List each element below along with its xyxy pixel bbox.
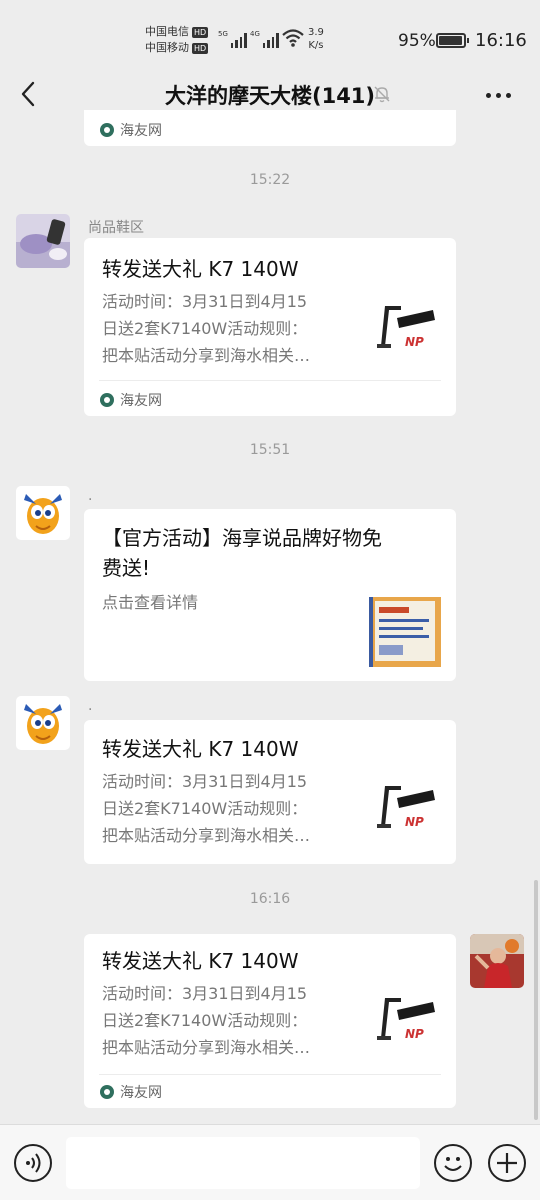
carrier-2: 中国移动	[145, 41, 189, 54]
hd-badge: HD	[192, 26, 209, 38]
signal-4g-icon: 4G	[250, 30, 279, 48]
card-source: 海友网	[100, 390, 162, 410]
timestamp: 15:51	[249, 442, 291, 458]
card-source: 海友网	[100, 120, 162, 140]
link-card[interactable]: 转发送大礼 K7 140W 活动时间：3月31日到4月15 日送2套K7140W…	[84, 934, 456, 1108]
wifi-icon	[282, 29, 304, 47]
site-logo-icon	[100, 123, 114, 137]
emoji-button[interactable]	[434, 1144, 472, 1182]
card-description: 活动时间：3月31日到4月15 日送2套K7140W活动规则： 把本贴活动分享到…	[102, 984, 311, 1057]
plus-button[interactable]	[488, 1144, 526, 1182]
sender-name: .	[88, 488, 93, 504]
lamp-thumbnail: NP	[371, 988, 443, 1060]
site-logo-icon	[100, 1085, 114, 1099]
card-title: 【官方活动】海享说品牌好物免 费送!	[102, 526, 382, 580]
input-bar	[0, 1124, 540, 1200]
avatar[interactable]	[470, 934, 524, 988]
svg-text:NP: NP	[405, 335, 424, 349]
scrollbar[interactable]	[534, 880, 538, 1120]
svg-text:NP: NP	[405, 815, 424, 829]
svg-text:NP: NP	[405, 1027, 424, 1041]
card-title: 转发送大礼 K7 140W	[102, 949, 299, 973]
signal-5g-icon: 5G	[218, 30, 247, 48]
more-button[interactable]	[486, 88, 516, 102]
battery-percent: 95%	[398, 31, 436, 51]
battery-icon	[436, 33, 469, 48]
avatar[interactable]	[16, 486, 70, 540]
promo-thumbnail	[369, 597, 441, 667]
timestamp: 15:22	[249, 172, 291, 188]
timestamp: 16:16	[249, 891, 291, 907]
sender-name: 尚品鞋区	[88, 220, 144, 236]
message-card-partial[interactable]: 海友网	[84, 110, 456, 146]
voice-button[interactable]	[14, 1144, 52, 1182]
hd-badge: HD	[192, 42, 209, 54]
card-description: 活动时间：3月31日到4月15 日送2套K7140W活动规则： 把本贴活动分享到…	[102, 292, 311, 365]
voice-icon	[26, 1153, 41, 1173]
card-source: 海友网	[100, 1082, 162, 1102]
card-title: 转发送大礼 K7 140W	[102, 737, 299, 761]
divider	[99, 1074, 441, 1075]
message-input[interactable]	[66, 1137, 420, 1189]
lamp-thumbnail: NP	[371, 776, 443, 848]
sender-name: .	[88, 698, 93, 714]
carrier-info: 中国电信 HD 中国移动 HD	[145, 24, 209, 56]
link-card[interactable]: 转发送大礼 K7 140W 活动时间：3月31日到4月15 日送2套K7140W…	[84, 238, 456, 416]
bell-off-icon	[374, 86, 390, 103]
status-bar: 中国电信 HD 中国移动 HD 5G 4G 3.9 K/s 95% 16:16	[0, 0, 540, 80]
chat-title: 大洋的摩天大楼(141)	[164, 84, 376, 108]
divider	[99, 380, 441, 381]
lamp-thumbnail: NP	[371, 296, 443, 368]
link-card[interactable]: 转发送大礼 K7 140W 活动时间：3月31日到4月15 日送2套K7140W…	[84, 720, 456, 864]
site-logo-icon	[100, 393, 114, 407]
emoji-icon	[444, 1157, 462, 1171]
card-description: 活动时间：3月31日到4月15 日送2套K7140W活动规则： 把本贴活动分享到…	[102, 772, 311, 845]
plus-icon	[497, 1153, 517, 1173]
card-description: 点击查看详情	[102, 593, 199, 612]
card-title: 转发送大礼 K7 140W	[102, 257, 299, 281]
avatar[interactable]	[16, 214, 70, 268]
status-time: 16:16	[475, 30, 527, 51]
carrier-1: 中国电信	[145, 25, 189, 38]
link-card[interactable]: 【官方活动】海享说品牌好物免 费送! 点击查看详情	[84, 509, 456, 681]
avatar[interactable]	[16, 696, 70, 750]
network-speed: 3.9 K/s	[308, 27, 324, 51]
